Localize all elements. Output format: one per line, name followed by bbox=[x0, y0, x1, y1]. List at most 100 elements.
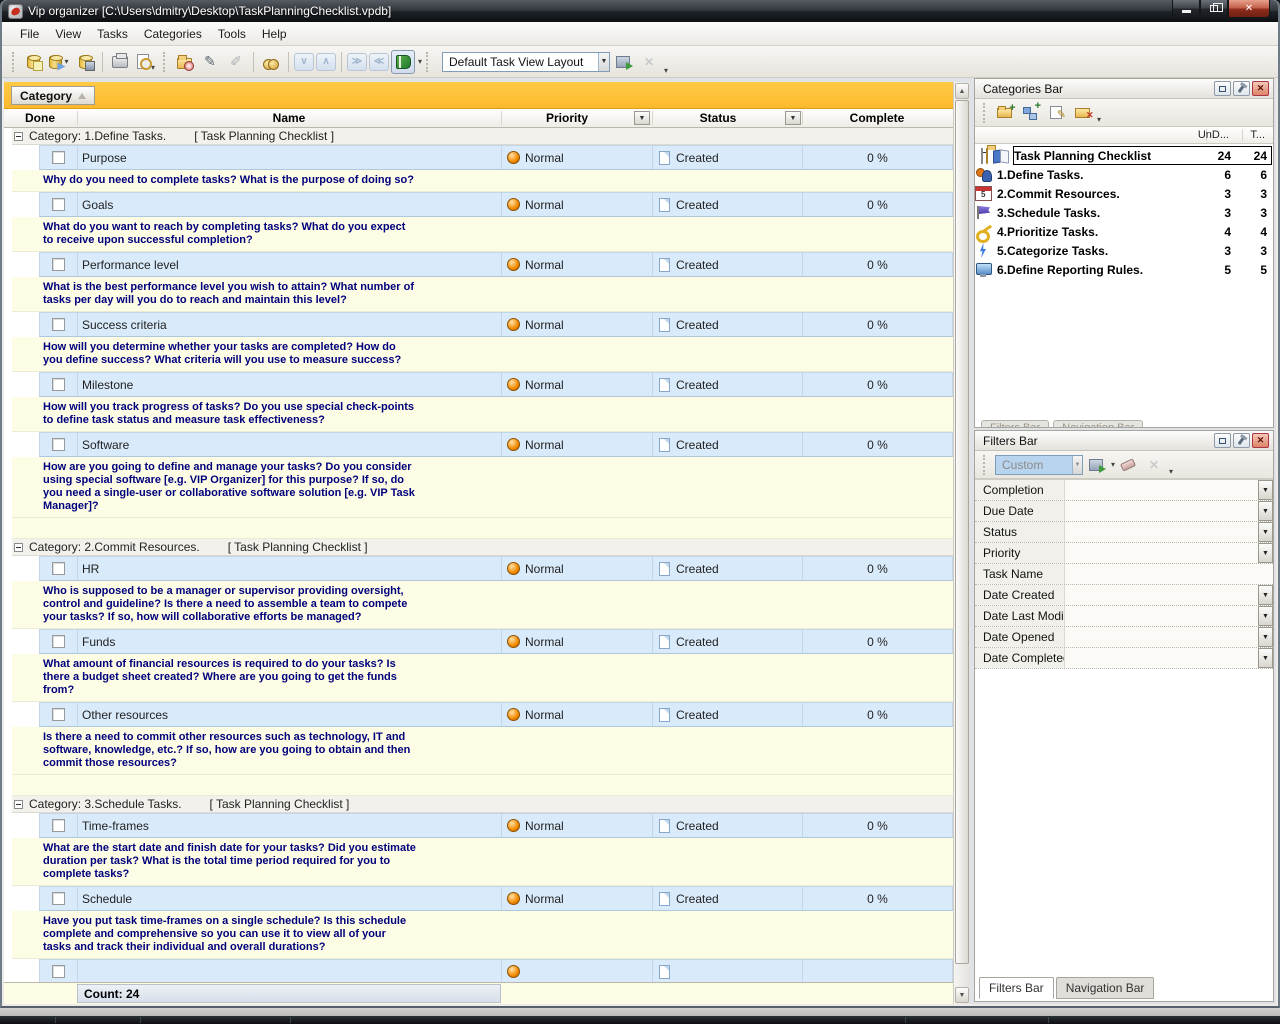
filter-dropdown-button[interactable]: ▼ bbox=[1258, 606, 1273, 626]
done-checkbox[interactable] bbox=[52, 198, 65, 211]
task-row[interactable]: Other resources Normal Created 0 % bbox=[39, 702, 953, 727]
task-row[interactable]: Funds Normal Created 0 % bbox=[39, 629, 953, 654]
categories-restore-button[interactable] bbox=[1214, 81, 1231, 96]
menu-help[interactable]: Help bbox=[254, 24, 295, 44]
scrollbar-thumb[interactable] bbox=[955, 100, 969, 964]
filter-dropdown-button[interactable]: ▼ bbox=[1258, 522, 1273, 542]
filter-value-field[interactable] bbox=[1065, 501, 1258, 521]
task-row[interactable]: Time-frames Normal Created 0 % bbox=[39, 813, 953, 838]
category-group-row[interactable]: Category: 2.Commit Resources. [ Task Pla… bbox=[12, 539, 953, 556]
print-preview-button[interactable]: ▾ bbox=[134, 50, 158, 74]
delete-layout-button[interactable]: ✕ bbox=[637, 50, 661, 74]
menu-view[interactable]: View bbox=[47, 24, 89, 44]
categories-close-button[interactable]: ✕ bbox=[1252, 81, 1269, 96]
category-group-row[interactable]: Category: 1.Define Tasks. [ Task Plannin… bbox=[12, 128, 953, 145]
clipped-tab-navigation[interactable]: Navigation Bar bbox=[1053, 420, 1143, 427]
apply-filter-button[interactable] bbox=[1085, 455, 1107, 475]
minimize-button[interactable] bbox=[1172, 0, 1200, 18]
column-header-status[interactable]: Status bbox=[700, 111, 737, 125]
apply-layout-button[interactable] bbox=[611, 50, 635, 74]
collapse-group-icon[interactable] bbox=[14, 543, 23, 552]
categories-toolbar-overflow-icon[interactable]: ▾ bbox=[1097, 115, 1101, 124]
task-row[interactable]: HR Normal Created 0 % bbox=[39, 556, 953, 581]
windows-taskbar[interactable] bbox=[0, 1016, 1280, 1024]
move-down-button[interactable]: ∨ bbox=[294, 53, 314, 71]
move-to-top-button[interactable]: ≪ bbox=[369, 53, 389, 71]
menu-tasks[interactable]: Tasks bbox=[89, 24, 136, 44]
task-row[interactable]: Goals Normal Created 0 % bbox=[39, 192, 953, 217]
edit-task-button[interactable]: ✎ bbox=[198, 50, 222, 74]
task-view-button[interactable] bbox=[391, 50, 415, 74]
column-header-complete[interactable]: Complete bbox=[850, 111, 905, 125]
done-checkbox[interactable] bbox=[52, 378, 65, 391]
category-group-row[interactable]: Category: 3.Schedule Tasks. [ Task Plann… bbox=[12, 796, 953, 813]
menu-file[interactable]: File bbox=[12, 24, 47, 44]
filter-value-field[interactable] bbox=[1065, 564, 1273, 584]
done-checkbox[interactable] bbox=[52, 965, 65, 978]
category-tree-item[interactable]: 5.Categorize Tasks. 3 3 bbox=[975, 241, 1273, 260]
restore-button[interactable] bbox=[1200, 0, 1228, 18]
menu-categories[interactable]: Categories bbox=[136, 24, 210, 44]
column-header-name[interactable]: Name bbox=[273, 111, 306, 125]
category-tree-item[interactable]: Task Planning Checklist 24 24 bbox=[975, 146, 1273, 165]
filter-dropdown-button[interactable]: ▼ bbox=[1258, 648, 1273, 668]
filters-close-button[interactable]: ✕ bbox=[1252, 433, 1269, 448]
done-checkbox[interactable] bbox=[52, 708, 65, 721]
column-header-done[interactable]: Done bbox=[25, 111, 55, 125]
group-by-category-chip[interactable]: Category bbox=[11, 86, 95, 105]
filter-dropdown-button[interactable]: ▼ bbox=[1258, 627, 1273, 647]
new-task-button[interactable] bbox=[172, 50, 196, 74]
new-category-button[interactable] bbox=[993, 103, 1015, 123]
delete-filter-button[interactable]: ✕ bbox=[1143, 455, 1165, 475]
priority-filter-button[interactable]: ▼ bbox=[634, 111, 650, 125]
filter-value-field[interactable] bbox=[1065, 543, 1258, 563]
filter-preset-arrow-icon[interactable]: ▼ bbox=[1072, 456, 1082, 474]
done-checkbox[interactable] bbox=[52, 258, 65, 271]
category-tree-item[interactable]: 6.Define Reporting Rules. 5 5 bbox=[975, 260, 1273, 279]
delete-category-button[interactable] bbox=[1071, 103, 1093, 123]
done-checkbox[interactable] bbox=[52, 819, 65, 832]
clipped-tab-filters[interactable]: Filters Bar bbox=[981, 420, 1049, 427]
done-checkbox[interactable] bbox=[52, 318, 65, 331]
category-tree-item[interactable]: 3.Schedule Tasks. 3 3 bbox=[975, 203, 1273, 222]
tree-column-undone[interactable]: UnD... bbox=[1198, 129, 1229, 141]
filter-dropdown-button[interactable]: ▼ bbox=[1258, 543, 1273, 563]
filter-value-field[interactable] bbox=[1065, 648, 1258, 668]
partial-task-row[interactable] bbox=[39, 959, 953, 982]
tree-column-total[interactable]: T... bbox=[1250, 129, 1265, 141]
layout-combobox[interactable]: Default Task View Layout ▼ bbox=[442, 52, 610, 72]
filter-dropdown-button[interactable]: ▼ bbox=[1258, 480, 1273, 500]
clear-filter-button[interactable] bbox=[1117, 455, 1139, 475]
save-database-button[interactable] bbox=[73, 50, 97, 74]
filter-dropdown-button[interactable]: ▼ bbox=[1258, 501, 1273, 521]
open-database-button[interactable]: ▾ bbox=[47, 50, 71, 74]
close-button[interactable]: ✕ bbox=[1228, 0, 1270, 18]
menu-tools[interactable]: Tools bbox=[210, 24, 254, 44]
delete-task-button[interactable]: ✐ bbox=[224, 50, 248, 74]
layout-combobox-arrow-icon[interactable]: ▼ bbox=[598, 53, 609, 71]
filters-pin-button[interactable] bbox=[1233, 433, 1250, 448]
move-to-bottom-button[interactable]: ≫ bbox=[347, 53, 367, 71]
categories-pin-button[interactable] bbox=[1233, 81, 1250, 96]
scroll-down-button[interactable]: ▼ bbox=[955, 987, 969, 1003]
collapse-group-icon[interactable] bbox=[14, 132, 23, 141]
task-row[interactable]: Performance level Normal Created 0 % bbox=[39, 252, 953, 277]
filter-value-field[interactable] bbox=[1065, 585, 1258, 605]
filter-value-field[interactable] bbox=[1065, 480, 1258, 500]
move-up-button[interactable]: ∧ bbox=[316, 53, 336, 71]
find-button[interactable] bbox=[259, 50, 283, 74]
filters-restore-button[interactable] bbox=[1214, 433, 1231, 448]
filter-dropdown-button[interactable]: ▼ bbox=[1258, 585, 1273, 605]
edit-category-button[interactable] bbox=[1045, 103, 1067, 123]
filter-value-field[interactable] bbox=[1065, 627, 1258, 647]
column-header-priority[interactable]: Priority bbox=[546, 111, 588, 125]
filter-value-field[interactable] bbox=[1065, 606, 1258, 626]
filter-value-field[interactable] bbox=[1065, 522, 1258, 542]
task-row[interactable]: Milestone Normal Created 0 % bbox=[39, 372, 953, 397]
category-tree-item[interactable]: 2.Commit Resources. 3 3 bbox=[975, 184, 1273, 203]
category-tree-item[interactable]: 4.Prioritize Tasks. 4 4 bbox=[975, 222, 1273, 241]
done-checkbox[interactable] bbox=[52, 151, 65, 164]
grid-vertical-scrollbar[interactable]: ▲ ▼ bbox=[953, 82, 970, 1004]
task-row[interactable]: Schedule Normal Created 0 % bbox=[39, 886, 953, 911]
new-database-button[interactable] bbox=[21, 50, 45, 74]
